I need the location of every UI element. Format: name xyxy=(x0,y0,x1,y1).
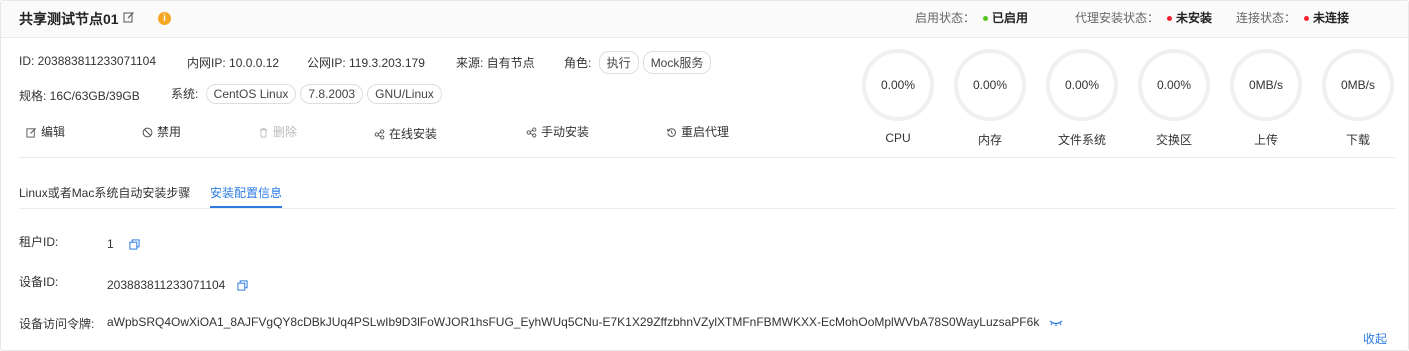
device-id: 203883811233071104 xyxy=(107,278,248,294)
status-dot-icon xyxy=(1167,15,1173,21)
tab-install-config[interactable]: 安装配置信息 xyxy=(210,184,282,201)
delete-button[interactable]: 删除 xyxy=(258,123,297,140)
metric-cpu: 0.00% CPU xyxy=(862,49,934,145)
eye-closed-icon[interactable] xyxy=(1049,317,1063,331)
connection-status-value: 未连接 xyxy=(1313,11,1350,25)
metric-memory: 0.00% 内存 xyxy=(954,49,1026,148)
metric-label: 交换区 xyxy=(1155,133,1192,147)
manual-install-button[interactable]: 手动安装 xyxy=(526,123,589,140)
device-id-value: 203883811233071104 xyxy=(107,278,226,292)
node-id: ID: 203883811233071104 xyxy=(19,54,157,68)
share-icon xyxy=(526,127,537,138)
metric-ring: 0.00% xyxy=(1138,49,1210,121)
token-label: 设备访问令牌: xyxy=(19,317,95,331)
metric-ring: 0MB/s xyxy=(1322,49,1394,121)
connection-status: 连接状态： 未连接 xyxy=(1236,9,1349,26)
spec-value: 16C/63GB/39GB xyxy=(49,89,140,103)
role: 角色: 执行 Mock服务 xyxy=(564,51,712,74)
source-value: 自有节点 xyxy=(486,56,535,70)
online-install-button[interactable]: 在线安装 xyxy=(374,125,437,142)
status-dot-icon xyxy=(1304,15,1310,21)
node-id-value: 203883811233071104 xyxy=(37,54,157,68)
section-divider xyxy=(19,157,1395,158)
node-card: 共享测试节点01 i 启用状态： 已启用 代理安装状态： 未安装 连接状态： 未连接 … xyxy=(0,0,1409,351)
copy-icon[interactable] xyxy=(237,280,248,294)
token-value: aWpbSRQ4OwXiOA1_8AJFVgQY8cDBkJUq4PSLwIb9… xyxy=(107,315,1040,329)
metric-ring: 0.00% xyxy=(1046,49,1118,121)
metric-filesystem: 0.00% 文件系统 xyxy=(1046,49,1118,148)
ban-icon xyxy=(142,127,153,138)
tenant-id-value: 1 xyxy=(107,237,114,251)
status-dot-icon xyxy=(983,15,989,21)
trash-icon xyxy=(259,128,268,138)
metric-ring: 0.00% xyxy=(862,49,934,121)
tenant-id: 1 xyxy=(107,237,140,253)
share-icon xyxy=(374,129,385,140)
edit-icon xyxy=(26,127,37,138)
action-bar: 编辑 禁用 删除 在线安装 手动安装 重启代理 xyxy=(26,123,826,143)
metric-swap: 0.00% 交换区 xyxy=(1138,49,1210,148)
info-icon[interactable]: i xyxy=(158,12,171,25)
system-tag: 7.8.2003 xyxy=(300,84,364,104)
token: aWpbSRQ4OwXiOA1_8AJFVgQY8cDBkJUq4PSLwIb9… xyxy=(107,315,1063,331)
collapse-link[interactable]: 收起 xyxy=(1363,330,1387,347)
device-id-label: 设备ID: xyxy=(19,275,59,289)
public-ip: 公网IP: 119.3.203.179 xyxy=(307,56,425,70)
system-tag: GNU/Linux xyxy=(367,84,442,104)
metric-ring: 0.00% xyxy=(954,49,1026,121)
spec: 规格: 16C/63GB/39GB xyxy=(19,89,140,103)
source: 来源: 自有节点 xyxy=(456,56,535,70)
edit-button[interactable]: 编辑 xyxy=(26,123,65,140)
metric-label: 内存 xyxy=(977,133,1002,147)
card-header: 共享测试节点01 i 启用状态： 已启用 代理安装状态： 未安装 连接状态： 未连接 xyxy=(1,1,1408,38)
role-tag: 执行 xyxy=(598,51,639,74)
inner-ip-value: 10.0.0.12 xyxy=(229,56,280,70)
agent-status: 代理安装状态： 未安装 xyxy=(1075,9,1212,26)
restart-icon xyxy=(666,128,676,137)
tab-divider xyxy=(19,208,1395,209)
edit-icon[interactable] xyxy=(123,11,135,23)
metric-label: CPU xyxy=(885,131,911,145)
role-tag: Mock服务 xyxy=(642,51,712,74)
metric-upload: 0MB/s 上传 xyxy=(1230,49,1302,148)
metric-label: 文件系统 xyxy=(1057,133,1106,147)
metric-ring: 0MB/s xyxy=(1230,49,1302,121)
restart-agent-button[interactable]: 重启代理 xyxy=(666,123,729,140)
public-ip-value: 119.3.203.179 xyxy=(349,56,425,70)
agent-status-value: 未安装 xyxy=(1176,11,1213,25)
metric-download: 0MB/s 下载 xyxy=(1322,49,1394,148)
inner-ip: 内网IP: 10.0.0.12 xyxy=(187,56,280,70)
node-title: 共享测试节点01 xyxy=(19,11,119,27)
enable-status: 启用状态： 已启用 xyxy=(915,9,1028,26)
metric-label: 上传 xyxy=(1253,133,1278,147)
copy-icon[interactable] xyxy=(129,239,140,253)
agent-status-label: 代理安装状态： xyxy=(1075,11,1160,25)
enable-status-value: 已启用 xyxy=(992,11,1029,25)
disable-button[interactable]: 禁用 xyxy=(142,123,181,140)
system-tag: CentOS Linux xyxy=(205,84,297,104)
tab-install-steps[interactable]: Linux或者Mac系统自动安装步骤 xyxy=(19,184,190,201)
metric-label: 下载 xyxy=(1345,133,1370,147)
tenant-id-label: 租户ID: xyxy=(19,235,59,249)
enable-status-label: 启用状态： xyxy=(915,11,976,25)
system: 系统: CentOS Linux 7.8.2003 GNU/Linux xyxy=(171,84,442,104)
connection-status-label: 连接状态： xyxy=(1236,11,1297,25)
